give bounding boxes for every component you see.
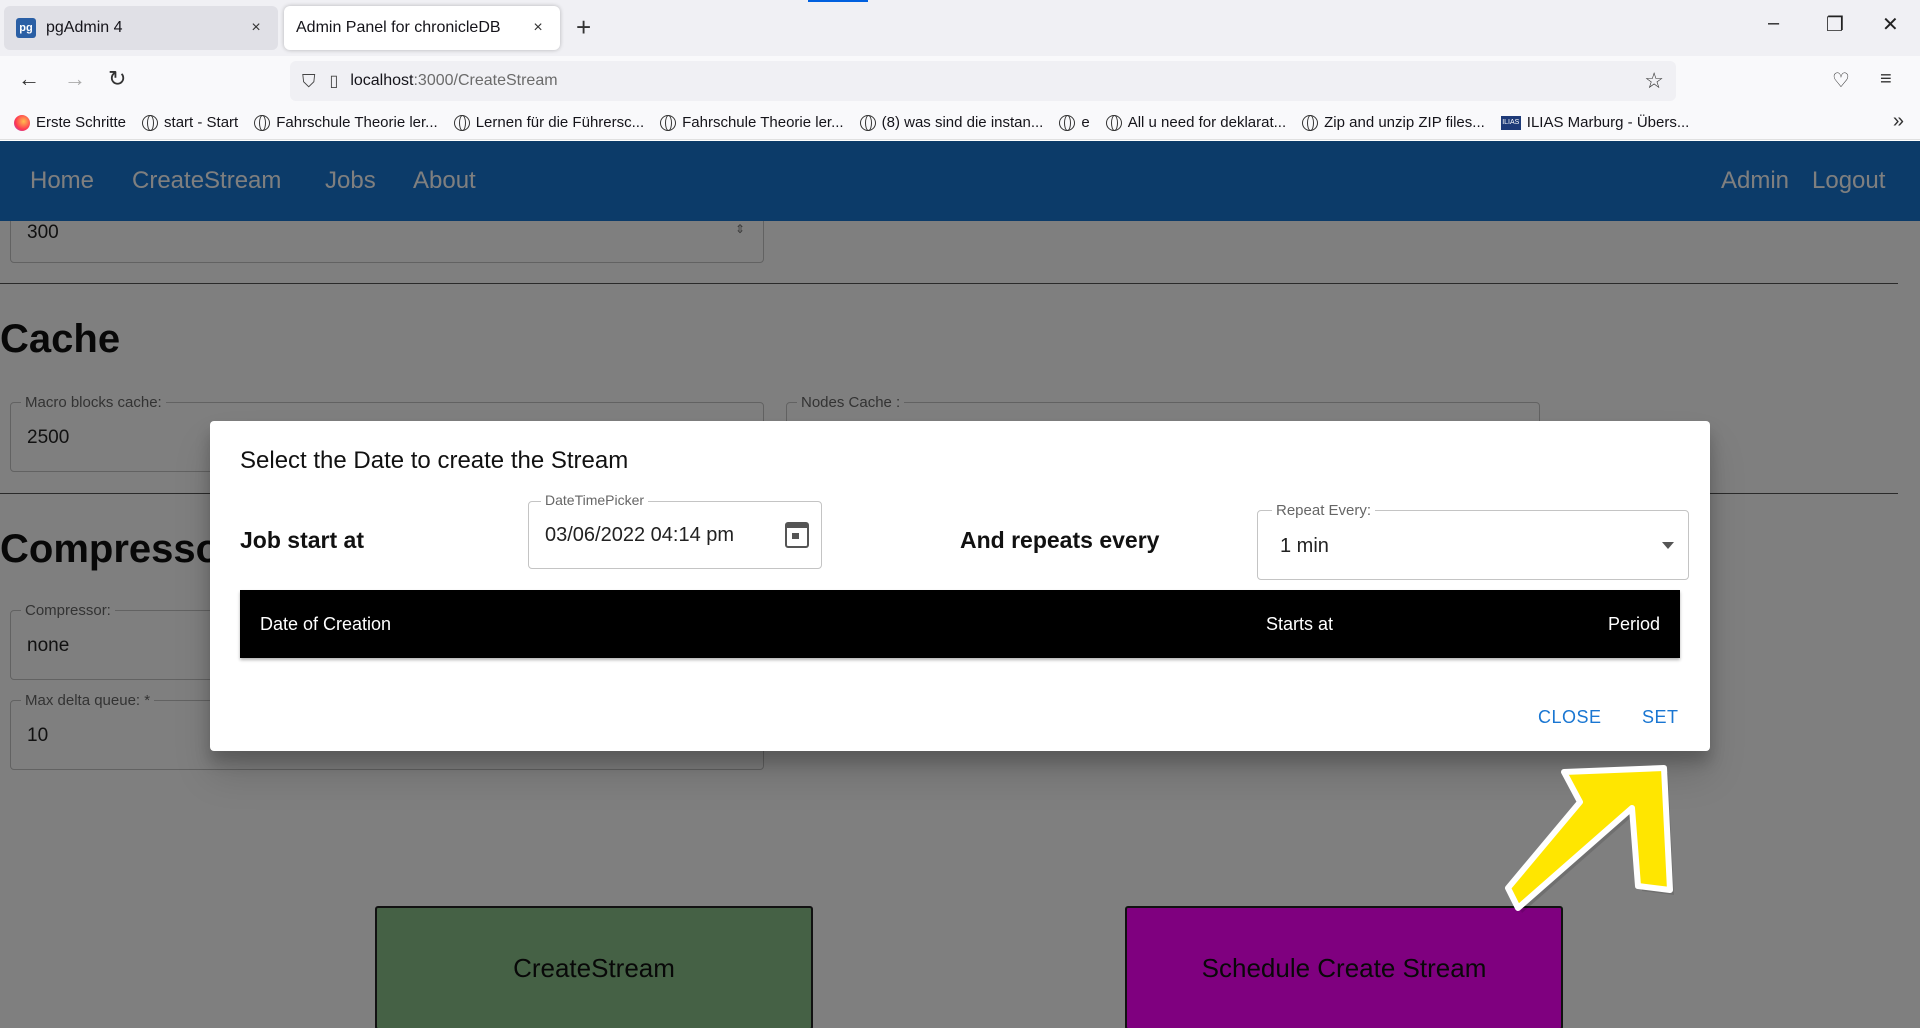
new-tab-icon[interactable]: + — [576, 14, 591, 40]
bookmark-item[interactable]: start - Start — [142, 114, 238, 131]
repeats-label: And repeats every — [960, 527, 1160, 553]
bookmark-label: Lernen für die Führersc... — [475, 114, 645, 131]
bookmark-item[interactable]: ILIAS ILIAS Marburg - Übers... — [1500, 114, 1690, 131]
bookmark-item[interactable]: Erste Schritte — [14, 114, 126, 131]
browser-navigation-bar: ← → ↻ ⛉ ▯ localhost:3000/CreateStream ☆ … — [0, 56, 1920, 106]
globe-icon — [660, 114, 677, 131]
date-time-value: 03/06/2022 04:14 pm — [545, 524, 735, 546]
bookmark-item[interactable]: e — [1059, 114, 1090, 131]
repeat-every-label: Repeat Every: — [1272, 502, 1376, 519]
tab-label: pgAdmin 4 — [46, 19, 123, 36]
tab-close-icon[interactable]: × — [246, 19, 266, 37]
bookmarks-overflow-icon[interactable]: » — [1893, 110, 1904, 133]
bookmark-label: Zip and unzip ZIP files... — [1324, 114, 1485, 131]
repeat-every-value: 1 min — [1280, 535, 1329, 557]
window-close-icon[interactable]: ✕ — [1882, 12, 1899, 37]
back-icon[interactable]: ← — [18, 66, 40, 92]
pgadmin-favicon-icon: pg — [16, 18, 36, 38]
date-time-picker-label: DateTimePicker — [541, 494, 649, 506]
schedule-dialog: Select the Date to create the Stream Job… — [210, 421, 1710, 751]
browser-tab-strip: pg pgAdmin 4 × Admin Panel for chronicle… — [0, 0, 1920, 56]
bookmark-label: ILIAS Marburg - Übers... — [1526, 114, 1690, 131]
bookmark-label: e — [1081, 114, 1090, 131]
firefox-icon — [14, 114, 30, 131]
globe-icon — [1302, 114, 1319, 131]
bookmark-item[interactable]: Lernen für die Führersc... — [453, 114, 645, 131]
globe-icon — [859, 114, 876, 131]
repeat-every-select[interactable]: Repeat Every: 1 min — [1257, 502, 1689, 580]
globe-icon — [1105, 114, 1122, 131]
restore-icon[interactable]: ❐ — [1826, 12, 1844, 37]
bookmark-label: start - Start — [164, 114, 239, 131]
calendar-icon[interactable] — [785, 522, 809, 548]
loading-indicator — [808, 0, 868, 2]
url-bar[interactable]: ⛉ ▯ localhost:3000/CreateStream ☆ — [290, 61, 1676, 101]
close-button[interactable]: CLOSE — [1538, 707, 1602, 728]
bookmark-item[interactable]: Zip and unzip ZIP files... — [1302, 114, 1485, 131]
column-period: Period — [1607, 614, 1660, 634]
dialog-title: Select the Date to create the Stream — [240, 447, 629, 474]
globe-icon — [453, 114, 470, 131]
pocket-icon[interactable]: ♡ — [1832, 68, 1850, 93]
url-host: localhost — [350, 72, 414, 89]
forward-icon[interactable]: → — [64, 66, 86, 92]
bookmark-item[interactable]: (8) was sind die instan... — [859, 114, 1044, 131]
bookmarks-bar: Erste Schritte start - Start Fahrschule … — [0, 106, 1920, 140]
tab-label: Admin Panel for chronicleDB — [296, 19, 501, 36]
job-start-label: Job start at — [240, 527, 364, 553]
bookmark-label: (8) was sind die instan... — [881, 114, 1044, 131]
globe-icon — [254, 114, 271, 131]
globe-icon — [142, 114, 159, 131]
page-icon: ▯ — [329, 73, 339, 90]
reload-icon[interactable]: ↻ — [108, 66, 126, 92]
tab-admin-panel[interactable]: Admin Panel for chronicleDB × — [284, 6, 560, 50]
bookmark-label: Fahrschule Theorie ler... — [276, 114, 438, 131]
bookmark-star-icon[interactable]: ☆ — [1644, 68, 1664, 94]
globe-icon — [1059, 114, 1076, 131]
column-date-of-creation: Date of Creation — [260, 614, 392, 634]
url-path: :3000/CreateStream — [413, 72, 558, 89]
annotation-arrow-icon — [1505, 765, 1674, 913]
shield-icon[interactable]: ⛉ — [302, 71, 316, 92]
tab-close-icon[interactable]: × — [528, 19, 548, 37]
bookmark-item[interactable]: Fahrschule Theorie ler... — [660, 114, 844, 131]
tab-pgadmin[interactable]: pg pgAdmin 4 × — [4, 6, 278, 50]
bookmark-item[interactable]: All u need for deklarat... — [1105, 114, 1287, 131]
menu-icon[interactable]: ≡ — [1880, 68, 1892, 91]
bookmark-item[interactable]: Fahrschule Theorie ler... — [254, 114, 438, 131]
chevron-down-icon[interactable] — [1662, 542, 1674, 549]
bookmark-label: Erste Schritte — [36, 114, 127, 131]
minimize-icon[interactable]: – — [1768, 12, 1779, 35]
set-button[interactable]: SET — [1642, 707, 1679, 728]
ilias-icon: ILIAS — [1500, 115, 1521, 130]
date-time-picker[interactable]: DateTimePicker 03/06/2022 04:14 pm — [528, 494, 822, 569]
bookmark-label: All u need for deklarat... — [1127, 114, 1287, 131]
column-starts-at: Starts at — [1266, 614, 1334, 634]
jobs-table-header: Date of Creation Starts at Period — [240, 590, 1680, 658]
bookmark-label: Fahrschule Theorie ler... — [682, 114, 844, 131]
